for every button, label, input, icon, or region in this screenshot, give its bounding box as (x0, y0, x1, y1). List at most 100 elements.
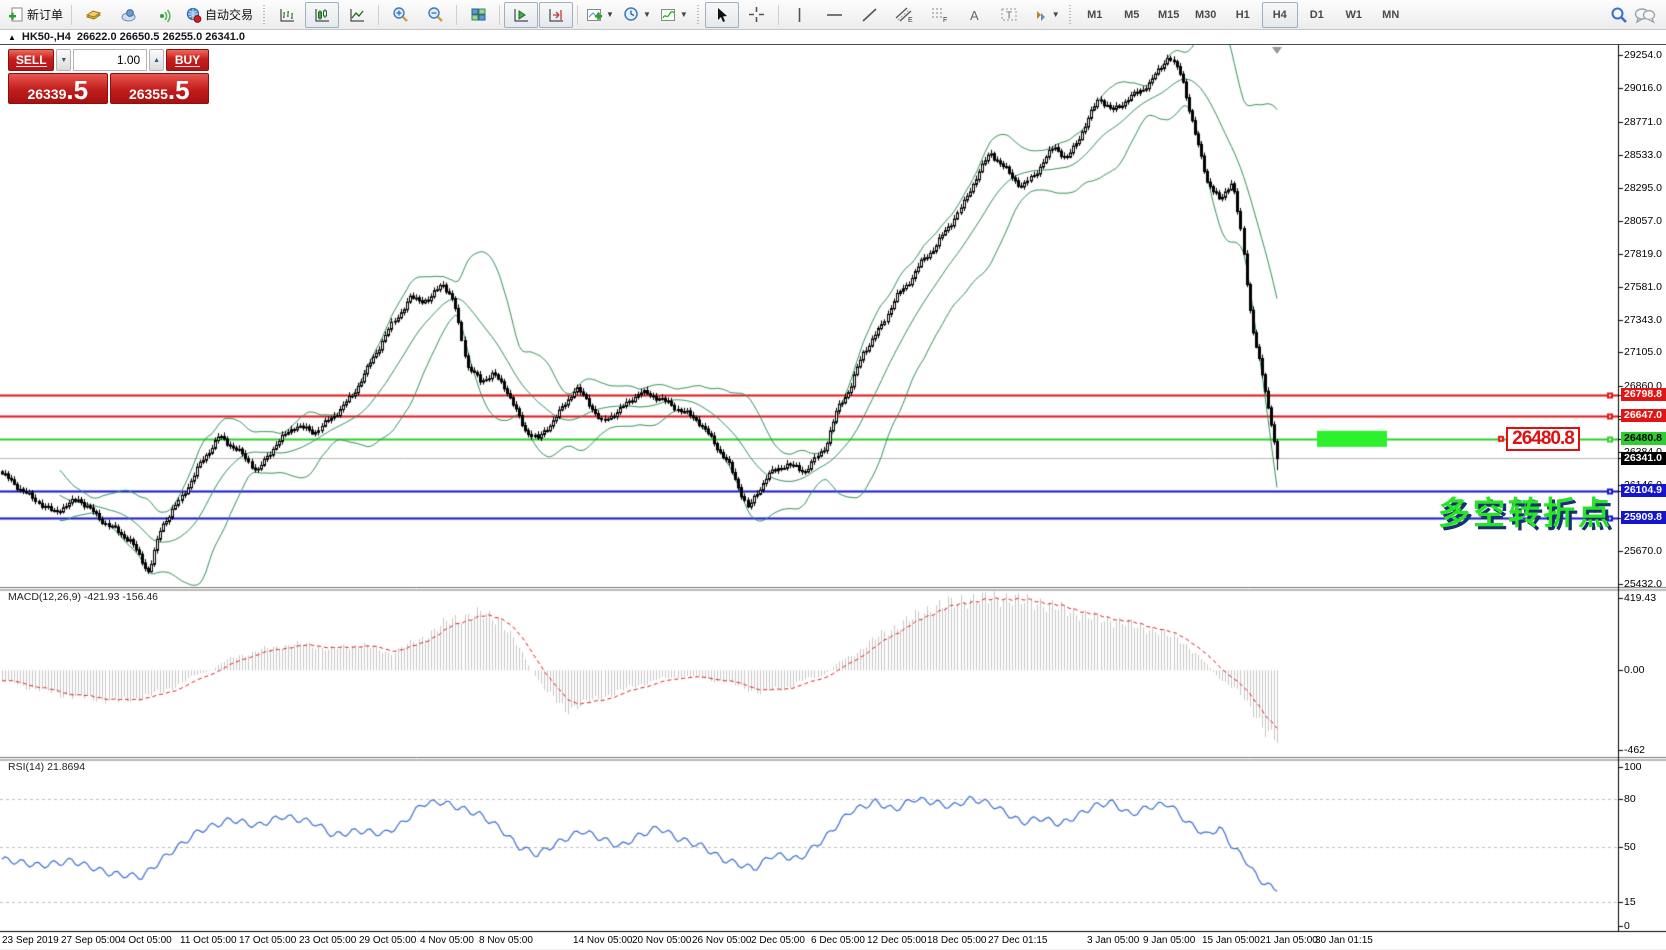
x-axis-label: 21 Jan 05:00 (1260, 935, 1318, 946)
fibonacci-icon: F (930, 6, 949, 23)
zoom-out-button[interactable] (418, 2, 452, 28)
x-axis-label: 14 Nov 05:00 (573, 935, 633, 946)
trendline-button[interactable] (853, 2, 887, 28)
search-icon[interactable] (1610, 6, 1628, 24)
zoom-in-button[interactable] (383, 2, 417, 28)
rsi-tick: 0 (1624, 920, 1630, 932)
text-button[interactable]: A (958, 2, 992, 28)
x-axis-label: 17 Oct 05:00 (239, 935, 296, 946)
macd-tick: 419.43 (1624, 592, 1656, 604)
separator (577, 5, 578, 25)
sell-button[interactable]: SELL (8, 49, 54, 71)
timeframe-m5[interactable]: M5 (1114, 2, 1150, 28)
x-axis-label: 4 Nov 05:00 (420, 935, 474, 946)
collapse-panel-arrow[interactable]: ▲ (8, 33, 16, 42)
macd-label: MACD(12,26,9) -421.93 -156.46 (8, 591, 158, 603)
rsi-tick: 100 (1624, 761, 1642, 773)
templates-icon (660, 7, 677, 23)
candlestick-chart-icon (314, 7, 331, 23)
x-axis-label: 12 Dec 05:00 (867, 935, 927, 946)
indicators-icon (586, 7, 603, 23)
rsi-label: RSI(14) 21.8694 (8, 761, 85, 773)
volume-up-button[interactable]: ▲ (149, 49, 164, 71)
arrows-button[interactable]: ▼ (1028, 2, 1064, 28)
price-callout[interactable]: 26480.8 (1506, 427, 1580, 451)
x-axis-label: 26 Nov 05:00 (692, 935, 752, 946)
buy-price-main: 26355 (129, 86, 168, 102)
rsi-tick: 50 (1624, 841, 1636, 853)
profile-button[interactable] (111, 2, 145, 28)
tile-windows-button[interactable] (461, 2, 495, 28)
buy-button[interactable]: BUY (166, 49, 209, 71)
timeframe-d1[interactable]: D1 (1299, 2, 1335, 28)
volume-input[interactable] (73, 49, 147, 71)
autotrade-button[interactable]: 自动交易 (181, 2, 257, 28)
signal-icon (155, 7, 172, 23)
signal-button[interactable] (146, 2, 180, 28)
pivot-annotation[interactable]: 多空转折点 (1438, 488, 1613, 534)
auto-scroll-button[interactable] (504, 2, 538, 28)
price-tick: 29016.0 (1624, 82, 1662, 94)
toolbar-grip (1068, 5, 1073, 25)
volume-down-button[interactable]: ▼ (56, 49, 71, 71)
timeframe-mn[interactable]: MN (1373, 2, 1409, 28)
timeframe-w1[interactable]: W1 (1336, 2, 1372, 28)
timeframe-h4[interactable]: H4 (1262, 2, 1298, 28)
new-order-button[interactable]: 新订单 (4, 2, 67, 28)
chat-icon[interactable] (1634, 6, 1656, 24)
x-axis-label: 9 Jan 05:00 (1143, 935, 1195, 946)
vertical-line-button[interactable] (783, 2, 817, 28)
text-label-button[interactable]: T (993, 2, 1027, 28)
fibonacci-button[interactable]: F (923, 2, 957, 28)
macd-tick: 0.00 (1624, 664, 1644, 676)
x-axis-label: 18 Dec 05:00 (927, 935, 987, 946)
buy-price-pips: .5 (168, 78, 190, 102)
buy-price-box[interactable]: 26355 .5 (110, 73, 210, 104)
level-price-label: 26104.9 (1621, 484, 1666, 497)
profile-icon (120, 7, 137, 23)
timeframe-m1[interactable]: M1 (1077, 2, 1113, 28)
sell-price-main: 26339 (27, 86, 66, 102)
cursor-icon (714, 7, 729, 23)
macd-tick: -462 (1624, 744, 1645, 756)
level-price-label: 25909.8 (1621, 511, 1666, 524)
bar-chart-button[interactable] (270, 2, 304, 28)
timeframe-m30[interactable]: M30 (1188, 2, 1224, 28)
zoom-in-icon (392, 6, 409, 23)
x-axis-label: 27 Sep 05:00 (61, 935, 121, 946)
autotrade-label: 自动交易 (205, 6, 253, 23)
price-tick: 27343.0 (1624, 314, 1662, 326)
periods-icon (623, 6, 640, 23)
svg-text:F: F (943, 17, 947, 23)
price-tick: 27581.0 (1624, 281, 1662, 293)
chart-canvas[interactable] (0, 45, 1666, 950)
line-chart-button[interactable] (340, 2, 374, 28)
text-label-icon: T (1000, 6, 1019, 23)
toolbar-right (1610, 6, 1662, 24)
arrows-icon (1032, 7, 1049, 23)
timeframe-m15[interactable]: M15 (1151, 2, 1187, 28)
new-order-icon (8, 7, 24, 23)
sell-price-pips: .5 (66, 78, 88, 102)
timeframe-group: M1M5M15M30H1H4D1W1MN (1077, 2, 1409, 28)
toolbar-grip (261, 5, 266, 25)
chart-shift-button[interactable] (539, 2, 573, 28)
channel-button[interactable]: E (888, 2, 922, 28)
vertical-line-icon (793, 7, 806, 23)
indicators-button[interactable]: ▼ (582, 2, 618, 28)
templates-button[interactable]: ▼ (656, 2, 692, 28)
crosshair-icon (748, 6, 765, 23)
chevron-down-icon: ▼ (606, 10, 614, 19)
timeframe-h1[interactable]: H1 (1225, 2, 1261, 28)
sell-price-box[interactable]: 26339 .5 (8, 73, 108, 104)
candlestick-chart-button[interactable] (305, 2, 339, 28)
cursor-button[interactable] (705, 2, 739, 28)
ledger-button[interactable] (76, 2, 110, 28)
price-tick: 29254.0 (1624, 49, 1662, 61)
periods-button[interactable]: ▼ (619, 2, 655, 28)
separator (378, 5, 379, 25)
separator (499, 5, 500, 25)
crosshair-button[interactable] (740, 2, 774, 28)
ledger-icon (85, 7, 102, 23)
horizontal-line-button[interactable] (818, 2, 852, 28)
